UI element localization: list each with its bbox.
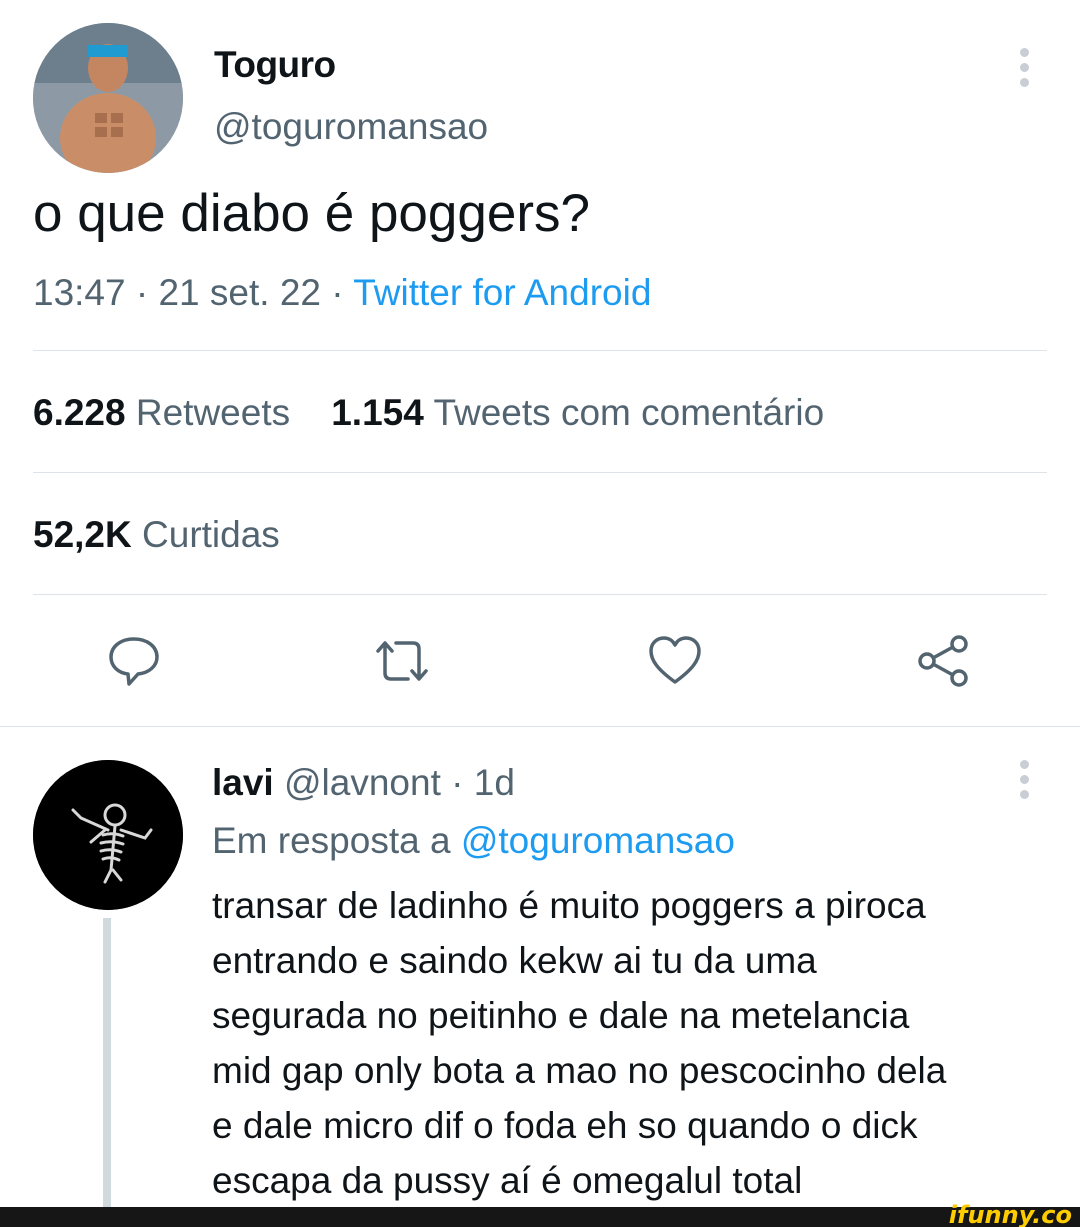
- reply-age[interactable]: 1d: [474, 762, 515, 803]
- reply-author-handle[interactable]: @lavnont: [284, 762, 441, 803]
- reply-text-line: mid gap only bota a mao no pescocinho de…: [212, 1050, 947, 1091]
- likes-count: 52,2K: [33, 514, 132, 555]
- meta-separator: ·: [125, 272, 159, 313]
- skeleton-icon: [33, 760, 183, 910]
- reply-author-avatar[interactable]: [33, 760, 183, 910]
- likes-label: Curtidas: [142, 514, 280, 555]
- reply-header: lavi @lavnont · 1d: [212, 762, 515, 804]
- author-avatar[interactable]: [33, 23, 183, 173]
- share-button[interactable]: [915, 633, 971, 689]
- divider: [0, 726, 1080, 727]
- reply-more-options-icon[interactable]: [1014, 760, 1034, 800]
- retweets-label: Retweets: [135, 392, 291, 433]
- divider: [33, 594, 1047, 595]
- watermark-bar: [0, 1207, 1080, 1227]
- reply-text-line: segurada no peitinho e dale na metelanci…: [212, 995, 910, 1036]
- tweet-date: 21 set. 22: [158, 272, 321, 313]
- reply-button[interactable]: [106, 633, 162, 689]
- retweet-stats: 6.228 Retweets 1.154 Tweets com comentár…: [33, 392, 824, 434]
- more-options-icon[interactable]: [1014, 48, 1034, 88]
- replying-to: Em resposta a @toguromansao: [212, 820, 735, 862]
- retweets-stat[interactable]: 6.228 Retweets: [33, 392, 290, 433]
- share-nodes-icon: [918, 635, 968, 687]
- retweets-count: 6.228: [33, 392, 126, 433]
- tweet-time: 13:47: [33, 272, 126, 313]
- reply-author-name[interactable]: lavi: [212, 762, 274, 803]
- thread-connector-line: [103, 918, 111, 1207]
- quotes-stat[interactable]: 1.154 Tweets com comentário: [331, 392, 824, 433]
- tweet-meta: 13:47 · 21 set. 22 · Twitter for Android: [33, 272, 651, 314]
- quotes-label: Tweets com comentário: [433, 392, 825, 433]
- reply-text-line: entrando e saindo kekw ai tu da uma: [212, 940, 817, 981]
- replying-to-label: Em resposta a: [212, 820, 451, 861]
- reply-text-line: escapa da pussy aí é omegalul total: [212, 1160, 803, 1201]
- divider: [33, 350, 1047, 351]
- reply-text-line: transar de ladinho é muito poggers a pir…: [212, 885, 926, 926]
- reply-text: transar de ladinho é muito poggers a pir…: [212, 878, 1052, 1208]
- divider: [33, 472, 1047, 473]
- likes-stat[interactable]: 52,2K Curtidas: [33, 514, 280, 556]
- heart-icon: [649, 636, 701, 684]
- speech-bubble-icon: [109, 637, 159, 686]
- watermark: ifunny.co: [948, 1201, 1072, 1227]
- author-name[interactable]: Toguro: [214, 44, 336, 86]
- tweet-text: o que diabo é poggers?: [33, 184, 590, 243]
- retweet-arrows-icon: [376, 641, 428, 681]
- replying-to-mention[interactable]: @toguromansao: [461, 820, 735, 861]
- like-button[interactable]: [647, 633, 703, 689]
- reply-separator: ·: [440, 762, 474, 803]
- author-handle[interactable]: @toguromansao: [214, 106, 488, 148]
- tweet-source-link[interactable]: Twitter for Android: [353, 272, 651, 313]
- quotes-count: 1.154: [331, 392, 424, 433]
- meta-separator: ·: [321, 272, 354, 313]
- reply-text-line: e dale micro dif o foda eh so quando o d…: [212, 1105, 918, 1146]
- retweet-button[interactable]: [374, 633, 430, 689]
